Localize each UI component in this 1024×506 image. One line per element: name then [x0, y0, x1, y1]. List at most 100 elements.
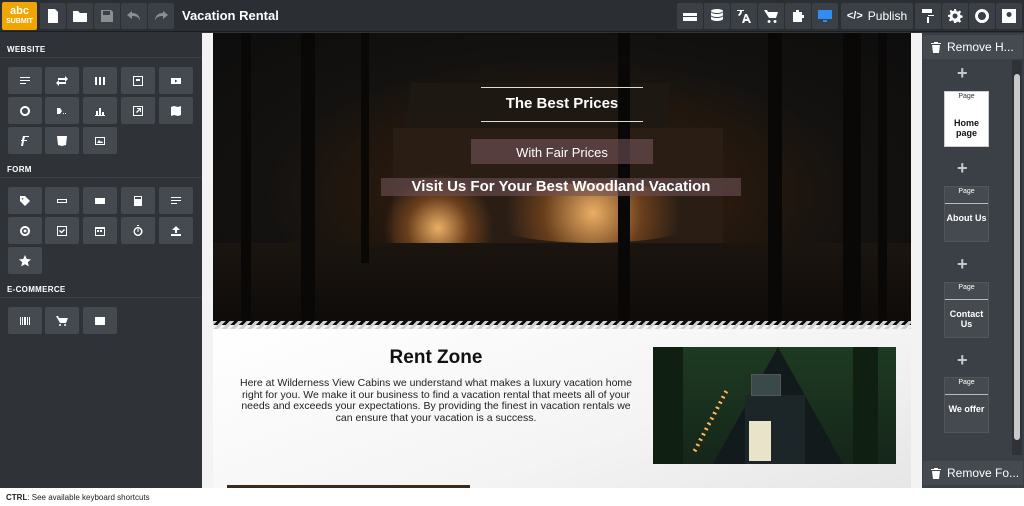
- widget-form-text[interactable]: [159, 187, 193, 214]
- widget-upload[interactable]: [159, 217, 193, 244]
- widget-slider[interactable]: [45, 67, 79, 94]
- columns-icon: [95, 76, 105, 85]
- image-cabin-door: [749, 421, 771, 461]
- hero-section[interactable]: The Best Prices With Fair Prices Visit U…: [213, 33, 911, 325]
- add-page-icon[interactable]: +: [957, 350, 968, 371]
- credit-card-icon: [95, 316, 105, 325]
- globe-icon: [20, 105, 31, 116]
- widget-textbox[interactable]: [83, 187, 117, 214]
- publish-button[interactable]: </> Publish: [841, 3, 913, 29]
- shortcut-hint: : See available keyboard shortcuts: [27, 493, 150, 502]
- widget-product[interactable]: [8, 307, 42, 334]
- widget-map[interactable]: [159, 97, 193, 124]
- widget-radio[interactable]: [8, 217, 42, 244]
- widget-breadcrumb[interactable]: [45, 97, 79, 124]
- gallery-icon: [95, 136, 105, 145]
- globe-icon: [975, 9, 990, 23]
- widget-checkbox[interactable]: [45, 217, 79, 244]
- user-icon: [1002, 9, 1016, 23]
- hero-tagline[interactable]: Visit Us For Your Best Woodland Vacation: [381, 178, 741, 195]
- plugins-button[interactable]: [785, 3, 811, 29]
- layers-icon: [683, 13, 697, 21]
- translate-button[interactable]: [731, 3, 757, 29]
- project-title: Vacation Rental: [182, 8, 279, 23]
- widget-chart[interactable]: [83, 97, 117, 124]
- trash-icon: [931, 467, 941, 479]
- undo-button[interactable]: [121, 3, 147, 29]
- widget-input[interactable]: [45, 187, 79, 214]
- desktop-view-button[interactable]: [812, 3, 838, 29]
- page-card-home[interactable]: Page Home page: [944, 91, 989, 147]
- image-block-icon: [133, 75, 143, 86]
- widget-text[interactable]: [8, 67, 42, 94]
- redo-button[interactable]: [148, 3, 174, 29]
- puzzle-icon: [793, 10, 804, 22]
- hero-tree: [878, 33, 887, 325]
- widget-gallery[interactable]: [83, 127, 117, 154]
- new-page-button[interactable]: [40, 3, 66, 29]
- help-button[interactable]: [969, 3, 995, 29]
- database-button[interactable]: [704, 3, 730, 29]
- app-logo[interactable]: abc SUBMIT: [2, 2, 37, 30]
- chart-icon: [95, 107, 105, 116]
- layers-button[interactable]: [677, 3, 703, 29]
- design-button[interactable]: [915, 3, 941, 29]
- page-card-about[interactable]: Page About Us: [944, 186, 989, 242]
- remove-footer-button[interactable]: Remove Fo...: [923, 461, 1023, 485]
- save-button[interactable]: [94, 3, 120, 29]
- page-card-contact[interactable]: Page Contact Us: [944, 282, 989, 338]
- aframe-cabin-image[interactable]: [653, 347, 896, 464]
- remove-header-label: Remove H...: [947, 40, 1014, 54]
- checkbox-icon: [57, 225, 67, 236]
- settings-button[interactable]: [942, 3, 968, 29]
- font-icon: [21, 135, 29, 146]
- widget-calculator[interactable]: [121, 187, 155, 214]
- top-toolbar: abc SUBMIT Vacation Rental </> Publish: [0, 0, 1024, 32]
- account-button[interactable]: [996, 3, 1022, 29]
- status-bar: CTRL: See available keyboard shortcuts: [0, 488, 1024, 506]
- embed-icon: [133, 105, 143, 116]
- widget-video[interactable]: [159, 67, 193, 94]
- add-page-icon[interactable]: +: [957, 158, 968, 179]
- widget-tag[interactable]: [8, 187, 42, 214]
- cart-button[interactable]: [758, 3, 784, 29]
- widget-calendar[interactable]: [83, 217, 117, 244]
- hero-title[interactable]: The Best Prices: [481, 95, 643, 112]
- divider: [0, 57, 202, 58]
- hero-title-bottom-rule: [481, 121, 643, 122]
- image-cabin-window: [751, 374, 781, 396]
- widget-timer[interactable]: [121, 217, 155, 244]
- new-page-icon: [48, 9, 58, 23]
- remove-header-button[interactable]: Remove H...: [923, 35, 1023, 59]
- pages-scrollbar-thumb[interactable]: [1014, 74, 1020, 440]
- rent-description[interactable]: Here at Wilderness View Cabins we unders…: [232, 377, 640, 424]
- widget-image-block[interactable]: [121, 67, 155, 94]
- widget-cart[interactable]: [45, 307, 79, 334]
- widget-columns[interactable]: [83, 67, 117, 94]
- widget-payment[interactable]: [83, 307, 117, 334]
- barcode-icon: [20, 316, 30, 325]
- redo-icon: [155, 11, 168, 21]
- tag-icon: [20, 195, 30, 206]
- hero-tree: [843, 33, 861, 325]
- map-icon: [171, 105, 181, 116]
- widget-font[interactable]: [8, 127, 42, 154]
- hero-subtitle[interactable]: With Fair Prices: [471, 145, 653, 160]
- add-page-icon[interactable]: +: [957, 63, 968, 84]
- page-card-we-offer[interactable]: Page We offer: [944, 377, 989, 433]
- cart-icon: [764, 10, 778, 23]
- widget-embed[interactable]: [121, 97, 155, 124]
- editor-canvas[interactable]: The Best Prices With Fair Prices Visit U…: [202, 33, 922, 488]
- input-icon: [57, 198, 67, 203]
- open-folder-button[interactable]: [67, 3, 93, 29]
- widget-social[interactable]: [8, 97, 42, 124]
- divider: [945, 394, 988, 395]
- rent-title[interactable]: Rent Zone: [352, 347, 520, 369]
- widget-html[interactable]: [45, 127, 79, 154]
- add-page-icon[interactable]: +: [957, 254, 968, 275]
- widget-rating[interactable]: [8, 247, 42, 274]
- slider-icon: [56, 75, 68, 86]
- shortcut-key: CTRL: [6, 493, 28, 502]
- translate-icon: [737, 10, 751, 23]
- page-card-caption: Page: [958, 93, 975, 100]
